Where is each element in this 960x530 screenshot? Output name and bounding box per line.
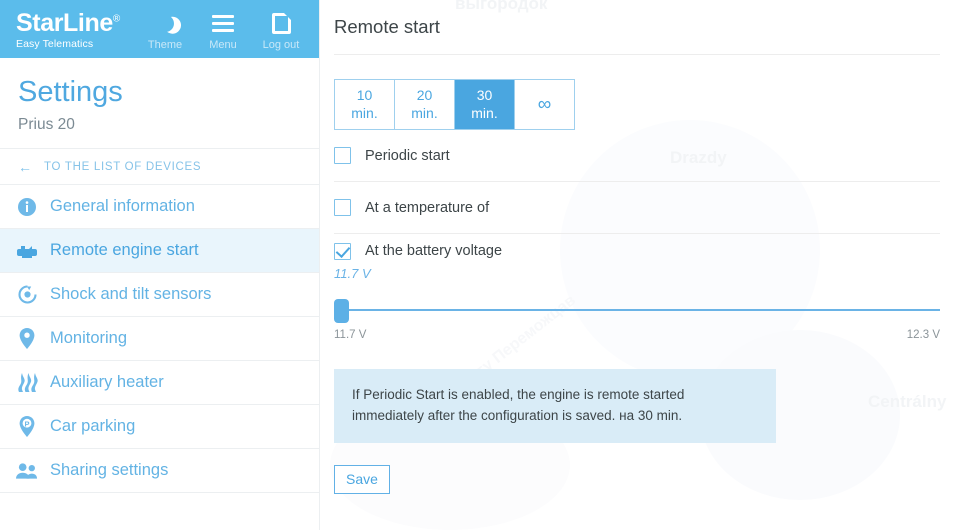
duration-option-value: 30 (476, 87, 493, 104)
duration-option-unit: min. (411, 104, 438, 121)
checkbox-label: At the battery voltage (365, 243, 503, 259)
duration-option-unit: min. (351, 104, 378, 121)
back-to-device-list-label: TO THE LIST OF DEVICES (44, 160, 202, 173)
sidebar-item-label: Car parking (50, 417, 136, 436)
moon-icon (157, 10, 174, 36)
users-icon (16, 460, 38, 482)
sidebar-item-label: Auxiliary heater (50, 373, 164, 392)
brand-trademark: ® (112, 13, 120, 25)
voltage-slider-ticks: 11.7 V 12.3 V (334, 329, 940, 341)
logout-button-label: Log out (262, 39, 300, 51)
voltage-slider-track[interactable] (334, 309, 940, 311)
brand-name: StarLine® (16, 10, 120, 36)
sidebar-item-auxiliary-heater[interactable]: Auxiliary heater (0, 361, 319, 406)
arrow-left-icon: ← (18, 158, 32, 175)
checkbox-row-at-the-battery-voltage[interactable]: At the battery voltage (334, 234, 940, 268)
sidebar-item-label: General information (50, 197, 195, 216)
parking-pin-icon: P (16, 416, 38, 438)
sidebar-item-monitoring[interactable]: Monitoring (0, 317, 319, 362)
theme-button-label: Theme (147, 39, 183, 51)
sidebar-item-general-information[interactable]: General information (0, 185, 319, 230)
map-pin-icon (16, 328, 38, 350)
main-content: Remote start 10 min. 20 min. 30 min. ∞ P… (320, 0, 960, 530)
duration-option-infinite[interactable]: ∞ (515, 80, 574, 129)
hamburger-icon (212, 10, 234, 36)
sidebar-item-label: Shock and tilt sensors (50, 285, 212, 304)
back-to-device-list[interactable]: ← TO THE LIST OF DEVICES (0, 149, 319, 186)
sidebar-item-car-parking[interactable]: P Car parking (0, 405, 319, 450)
brand-logo[interactable]: StarLine® Easy Telematics (16, 6, 120, 50)
duration-option-30min[interactable]: 30 min. (455, 80, 515, 129)
duration-option-20min[interactable]: 20 min. (395, 80, 455, 129)
sidebar-item-label: Remote engine start (50, 241, 199, 260)
duration-option-unit: min. (471, 104, 498, 121)
page-title: Settings (18, 76, 123, 108)
app-root: выгородок Drazdy Centrálny наспекту Пере… (0, 0, 960, 530)
logout-door-icon (271, 10, 291, 36)
title-divider (334, 54, 940, 55)
brand-tagline: Easy Telematics (16, 38, 94, 51)
sidebar: StarLine® Easy Telematics Theme Menu Log… (0, 0, 320, 530)
sidebar-item-label: Sharing settings (50, 461, 169, 480)
checkbox-row-periodic-start[interactable]: Periodic start (334, 130, 940, 182)
duration-option-value: 20 (416, 87, 433, 104)
voltage-current-value: 11.7 V (334, 266, 371, 281)
voltage-slider-max-label: 12.3 V (906, 329, 940, 341)
brand-name-text: StarLine (16, 9, 113, 37)
device-name: Prius 20 (18, 116, 75, 134)
checkbox-row-at-a-temperature-of[interactable]: At a temperature of (334, 182, 940, 234)
info-box: If Periodic Start is enabled, the engine… (334, 369, 776, 443)
save-button[interactable]: Save (334, 464, 390, 494)
checkbox-label: Periodic start (365, 147, 450, 164)
settings-header: Settings Prius 20 (0, 58, 319, 150)
svg-text:P: P (24, 420, 29, 429)
sidebar-item-remote-engine-start[interactable]: Remote engine start (0, 229, 319, 274)
checkbox-periodic-start[interactable] (334, 147, 351, 164)
duration-option-value: 10 (356, 87, 373, 104)
menu-button-label: Menu (209, 39, 237, 51)
checkbox-at-a-temperature-of[interactable] (334, 199, 351, 216)
theme-button[interactable]: Theme (139, 10, 191, 51)
voltage-slider-thumb[interactable] (334, 299, 349, 323)
info-icon (16, 196, 38, 218)
duration-segmented-control: 10 min. 20 min. 30 min. ∞ (334, 79, 575, 130)
info-box-text: If Periodic Start is enabled, the engine… (352, 387, 685, 423)
checkbox-at-the-battery-voltage[interactable] (334, 242, 351, 260)
checkbox-label: At a temperature of (365, 199, 490, 216)
voltage-slider[interactable] (334, 299, 940, 323)
voltage-slider-min-label: 11.7 V (334, 329, 367, 341)
logout-button[interactable]: Log out (255, 10, 307, 51)
top-bar-actions: Theme Menu Log out (139, 6, 307, 51)
infinity-icon: ∞ (537, 93, 552, 115)
duration-option-10min[interactable]: 10 min. (335, 80, 395, 129)
heat-waves-icon (16, 372, 38, 394)
engine-icon (16, 240, 38, 262)
menu-button[interactable]: Menu (197, 10, 249, 51)
content-page-title: Remote start (334, 16, 440, 37)
sidebar-item-label: Monitoring (50, 329, 128, 348)
top-bar: StarLine® Easy Telematics Theme Menu Log… (0, 0, 319, 58)
shock-sensor-icon (16, 284, 38, 306)
sidebar-item-sharing-settings[interactable]: Sharing settings (0, 449, 319, 494)
sidebar-item-shock-and-tilt-sensors[interactable]: Shock and tilt sensors (0, 273, 319, 318)
